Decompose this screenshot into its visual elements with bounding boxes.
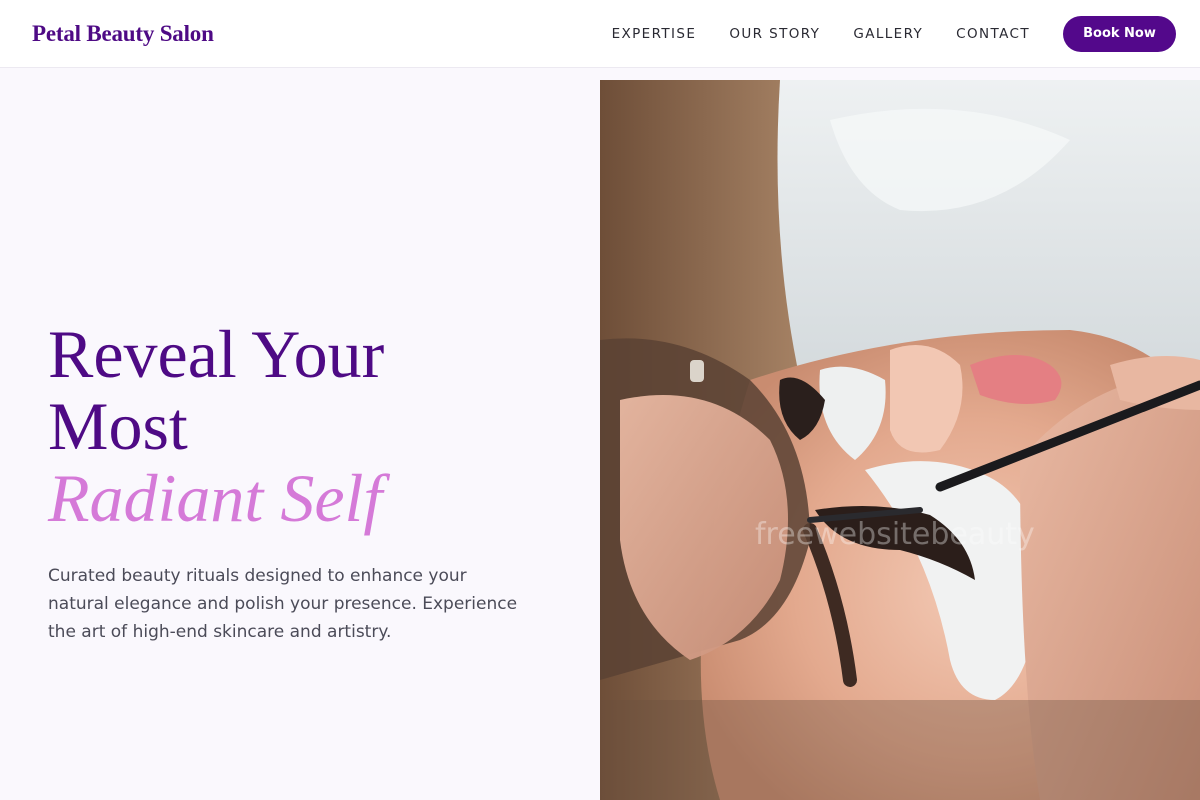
site-header: Petal Beauty Salon EXPERTISE OUR STORY G… (0, 0, 1200, 68)
hero-headline-accent: Radiant Self (48, 460, 383, 536)
nav-gallery[interactable]: GALLERY (853, 26, 923, 42)
nav-expertise[interactable]: EXPERTISE (612, 26, 697, 42)
nav-our-story[interactable]: OUR STORY (729, 26, 820, 42)
hero-image: freewebsitebeauty (600, 80, 1200, 800)
brand-logo[interactable]: Petal Beauty Salon (32, 21, 214, 47)
hero-text: Reveal Your Most Radiant Self Curated be… (48, 318, 568, 646)
nav-contact[interactable]: CONTACT (956, 26, 1030, 42)
hero-headline: Reveal Your Most Radiant Self (48, 318, 568, 534)
image-watermark: freewebsitebeauty (755, 517, 1035, 552)
hero-subtitle: Curated beauty rituals designed to enhan… (48, 566, 518, 642)
hero-headline-line2: Most (48, 388, 188, 464)
main-nav: EXPERTISE OUR STORY GALLERY CONTACT Book… (612, 15, 1176, 52)
hero-headline-line1: Reveal Your (48, 316, 385, 392)
hero-photo-illustration: freewebsitebeauty (600, 80, 1200, 800)
book-now-button[interactable]: Book Now (1063, 15, 1176, 52)
